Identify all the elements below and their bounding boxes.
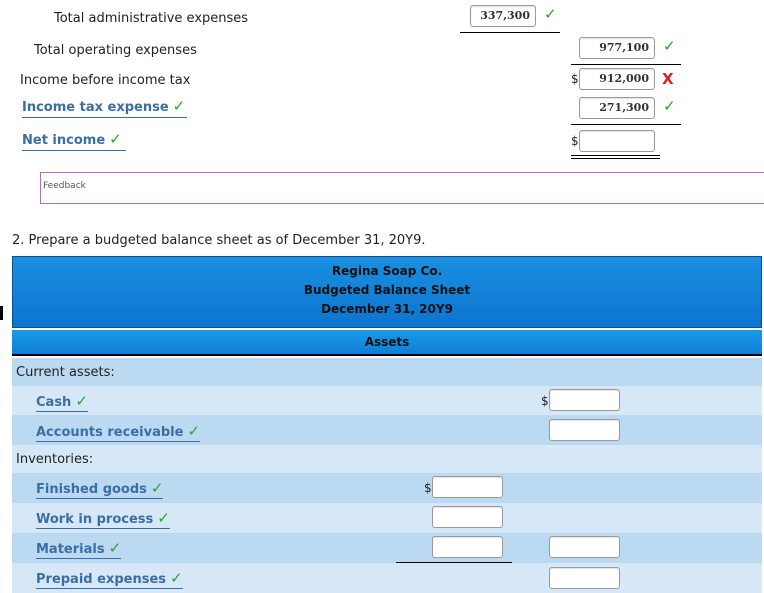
income-tax-input[interactable]: 271,300	[579, 97, 655, 119]
feedback-label: Feedback	[43, 181, 86, 191]
table-row: Work in process ✓	[12, 503, 762, 533]
table-row: Prepaid expenses ✓	[12, 563, 762, 593]
current-assets-label: Current assets:	[16, 365, 115, 380]
prepaid-expenses-label: Prepaid expenses	[36, 572, 166, 587]
cash-input[interactable]	[549, 389, 620, 411]
cash-label: Cash	[36, 395, 72, 410]
feedback-box[interactable]: Feedback	[40, 172, 764, 204]
dollar-sign: $	[571, 72, 579, 86]
company-name: Regina Soap Co.	[331, 264, 443, 278]
check-icon: ✓	[150, 479, 164, 497]
table-row: Finished goods ✓ $	[12, 473, 762, 503]
income-before-tax-label: Income before income tax	[20, 73, 191, 88]
total-operating-input[interactable]: 977,100	[579, 37, 655, 59]
accounts-receivable-input[interactable]	[549, 419, 620, 441]
check-icon: ✓	[157, 509, 170, 527]
question-text: 2. Prepare a budgeted balance sheet as o…	[12, 233, 426, 248]
income-tax-label: Income tax expense	[22, 100, 169, 115]
check-icon: ✓	[109, 130, 122, 148]
check-icon: ✓	[663, 37, 676, 55]
finished-goods-input[interactable]	[432, 476, 503, 498]
materials-label: Materials	[36, 542, 105, 557]
sheet-header: Regina Soap Co. Budgeted Balance Sheet D…	[12, 256, 762, 328]
inventories-label: Inventories:	[16, 452, 94, 467]
table-row: Accounts receivable ✓	[12, 415, 762, 445]
check-icon: ✓	[187, 422, 201, 440]
accounts-receivable-label: Accounts receivable	[36, 425, 184, 440]
dollar-sign: $	[541, 394, 549, 408]
check-icon: ✓	[172, 97, 186, 115]
net-income-label: Net income	[22, 133, 106, 148]
table-row: Current assets:	[12, 358, 762, 386]
edge-marker	[0, 306, 3, 320]
work-in-process-label: Work in process	[36, 512, 154, 527]
incorrect-x-icon: X	[662, 70, 674, 88]
table-row: Inventories:	[12, 445, 762, 473]
work-in-process-input[interactable]	[432, 506, 503, 528]
assets-section-header: Assets	[12, 330, 762, 356]
income-tax-row: Income tax expense ✓	[22, 97, 187, 118]
materials-input[interactable]	[432, 536, 503, 558]
check-icon: ✓	[75, 392, 88, 410]
total-inventories-input[interactable]	[549, 536, 620, 558]
prepaid-expenses-input[interactable]	[549, 567, 620, 589]
check-icon: ✓	[663, 97, 676, 115]
dollar-sign: $	[424, 481, 432, 495]
dollar-sign: $	[571, 134, 579, 148]
total-admin-label: Total administrative expenses	[54, 11, 249, 26]
table-row: Cash ✓ $	[12, 386, 762, 415]
check-icon: ✓	[170, 569, 183, 587]
sheet-date: December 31, 20Y9	[321, 302, 453, 316]
check-icon: ✓	[108, 539, 122, 557]
finished-goods-label: Finished goods	[36, 482, 147, 497]
sheet-title: Budgeted Balance Sheet	[303, 283, 471, 297]
total-admin-input[interactable]: 337,300	[470, 5, 536, 27]
net-income-input[interactable]	[579, 130, 655, 152]
check-icon: ✓	[544, 5, 557, 23]
total-operating-label: Total operating expenses	[34, 43, 197, 58]
table-row: Materials ✓	[12, 533, 762, 563]
net-income-row: Net income ✓	[22, 130, 126, 151]
income-before-tax-input[interactable]: 912,000	[579, 68, 655, 90]
